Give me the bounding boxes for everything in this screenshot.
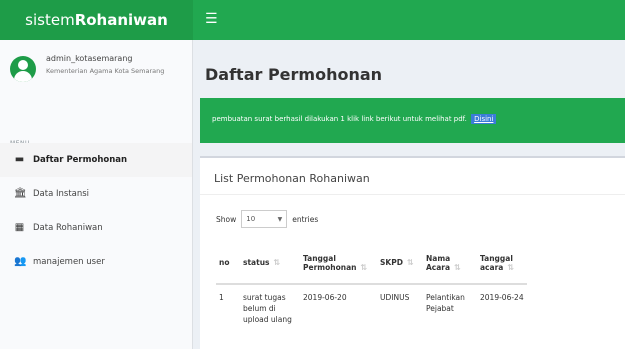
page-title: Daftar Permohonan: [205, 65, 383, 84]
sidebar-item-label: Data Rohaniwan: [33, 223, 103, 233]
logo-text-light: sistem: [25, 11, 75, 29]
app-logo[interactable]: sistem Rohaniwan: [0, 0, 193, 40]
length-prefix: Show: [216, 214, 237, 224]
sidebar-item-daftar-permohonan[interactable]: ▬ Daftar Permohonan: [0, 143, 192, 177]
cell-no: 1: [219, 293, 224, 302]
avatar: [10, 56, 36, 82]
cell-tanggal-permohonan: 2019-06-20: [303, 293, 347, 302]
alert-pdf-link[interactable]: Disini: [471, 114, 497, 124]
hamburger-icon[interactable]: ☰: [205, 12, 219, 26]
cell-tanggal-acara: 2019-06-24: [480, 293, 524, 302]
chevron-down-icon: ▼: [277, 215, 283, 223]
column-header-no[interactable]: no: [216, 242, 240, 285]
sidebar-item-manajemen-user[interactable]: 👥 manajemen user: [0, 245, 192, 279]
sidebar-item-label: manajemen user: [33, 257, 105, 267]
alert-text: pembuatan surat berhasil dilakukan 1 kli…: [212, 115, 467, 123]
column-header-status[interactable]: status ⇅: [240, 242, 300, 285]
column-header-nama-acara[interactable]: Nama Acara ⇅: [423, 242, 477, 285]
cell-skpd: UDINUS: [380, 293, 410, 302]
sort-icon: ⇅: [406, 258, 414, 267]
sidebar-item-data-instansi[interactable]: 🏛 Data Instansi: [0, 177, 192, 211]
sort-icon: ⇅: [454, 262, 461, 272]
main-content: Daftar Permohonan pembuatan surat berhas…: [193, 40, 625, 349]
sidebar-item-label: Data Instansi: [33, 189, 90, 199]
cell-nama-acara: Pelantikan Pejabat: [426, 293, 465, 313]
entries-length-control: Show 10 ▼ entries: [216, 210, 318, 228]
sidebar-menu: ▬ Daftar Permohonan 🏛 Data Instansi ▦ Da…: [0, 143, 192, 279]
user-name: admin_kotasemarang: [46, 54, 133, 63]
top-navbar: ☰: [193, 0, 625, 40]
sidebar-item-data-rohaniwan[interactable]: ▦ Data Rohaniwan: [0, 211, 192, 245]
sidebar: admin_kotasemarang Kementerian Agama Kot…: [0, 40, 193, 349]
permohonan-list-box: List Permohonan Rohaniwan Show 10 ▼ entr…: [200, 156, 625, 349]
cell-status: surat tugas belum di upload ulang: [243, 293, 292, 324]
sort-icon: ⇅: [507, 262, 515, 272]
sidebar-item-label: Daftar Permohonan: [33, 155, 128, 165]
table-header-row: no status ⇅ Tanggal Permohonan ⇅ SKPD ⇅ Nam…: [216, 242, 527, 285]
column-header-tanggal-permohonan[interactable]: Tanggal Permohonan ⇅: [300, 242, 377, 285]
sort-icon: ⇅: [273, 258, 281, 267]
table-icon: ▦: [14, 222, 25, 233]
inbox-icon: ▬: [14, 154, 25, 165]
bank-icon: 🏛: [14, 188, 27, 199]
success-alert: pembuatan surat berhasil dilakukan 1 kli…: [200, 98, 625, 143]
box-divider: [200, 194, 625, 195]
sort-icon: ⇅: [360, 262, 368, 272]
entries-select-value: 10: [246, 215, 256, 223]
length-suffix: entries: [292, 214, 319, 224]
user-organization: Kementerian Agama Kota Semarang: [46, 67, 165, 75]
user-panel: admin_kotasemarang Kementerian Agama Kot…: [0, 40, 192, 110]
box-title: List Permohonan Rohaniwan: [214, 172, 370, 185]
permohonan-table: no status ⇅ Tanggal Permohonan ⇅ SKPD ⇅ Nam…: [216, 242, 527, 325]
users-icon: 👥: [14, 256, 27, 267]
column-header-skpd[interactable]: SKPD ⇅: [377, 242, 423, 285]
logo-text-bold: Rohaniwan: [74, 11, 168, 29]
column-header-tanggal-acara[interactable]: Tanggal acara ⇅: [477, 242, 527, 285]
table-row: 1 surat tugas belum di upload ulang 2019…: [216, 284, 527, 325]
entries-select[interactable]: 10 ▼: [241, 210, 288, 228]
